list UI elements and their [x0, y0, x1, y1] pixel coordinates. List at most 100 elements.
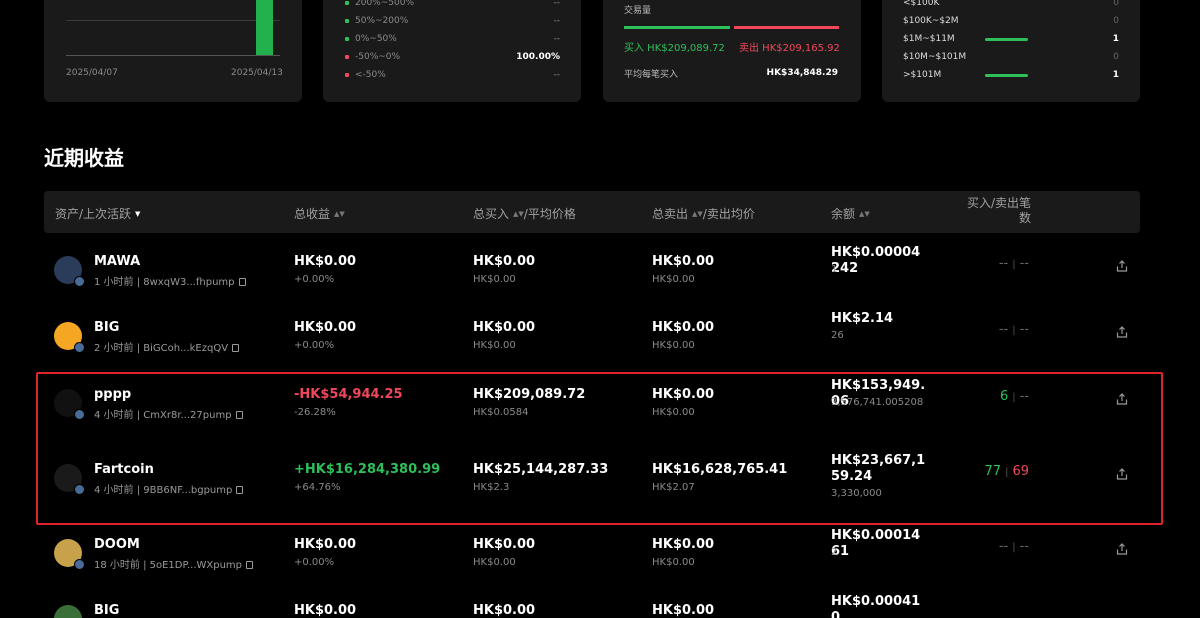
sell-avg-price: HK$0.00 [652, 557, 695, 568]
buy-count: -- [998, 256, 1009, 271]
sell-avg-price: HK$0.00 [652, 340, 695, 351]
token-name[interactable]: BIG [94, 320, 119, 335]
sort-icon: ▲▼ [513, 209, 524, 218]
market-cap-row: $100K~$2M 0 [903, 14, 1119, 28]
header-trades-label: 买入/卖出笔数 [966, 196, 1031, 225]
total-pnl-percent: +0.00% [294, 274, 335, 285]
buy-count: -- [998, 539, 1009, 554]
buy-avg-price: HK$0.0584 [473, 407, 529, 418]
copy-icon[interactable] [236, 486, 244, 494]
distribution-row: -50%~0% 100.00% [345, 50, 560, 64]
buy-avg-price: HK$0.00 [473, 274, 516, 285]
total-buy: HK$0.00 [473, 254, 536, 269]
market-cap-count: 1 [1112, 34, 1119, 44]
share-icon[interactable] [1116, 540, 1128, 555]
sort-icon: ▲▼ [692, 209, 703, 218]
total-sell: HK$0.00 [652, 320, 715, 335]
token-last-active: 1 小时前 | 8wxqW3...fhpump [94, 273, 246, 288]
chart-date-end: 2025/04/13 [231, 68, 283, 78]
total-sell: HK$0.00 [652, 537, 715, 552]
total-buy: HK$0.00 [473, 320, 536, 335]
total-sell: HK$0.00 [652, 603, 715, 618]
balance-quantity: 3,330,000 [831, 488, 882, 499]
market-cap-row: <$100K 0 [903, 0, 1119, 10]
token-name[interactable]: Fartcoin [94, 462, 154, 477]
buy-avg-price: HK$2.3 [473, 482, 510, 493]
buy-sell-counts: -- | -- [964, 322, 1029, 337]
buy-count: -- [998, 322, 1009, 337]
total-pnl: HK$0.00 [294, 320, 357, 335]
table-row[interactable] [44, 208, 1140, 209]
table-row[interactable] [44, 66, 1140, 67]
share-icon[interactable] [1116, 257, 1128, 272]
market-cap-bar [985, 37, 1028, 41]
table-row[interactable] [44, 133, 1140, 134]
total-pnl-percent: +64.76% [294, 482, 341, 493]
balance-quantity: 1 [831, 264, 838, 275]
distribution-value: -- [553, 0, 561, 8]
sell-count: -- [1019, 256, 1029, 271]
total-pnl: HK$0.00 [294, 537, 357, 552]
chart-gridline [66, 20, 280, 21]
buy-sell-counts: -- | -- [964, 256, 1029, 271]
sell-count: -- [1019, 389, 1029, 404]
avg-buy-label: 平均每笔买入 [624, 70, 679, 80]
sell-avg-price: HK$2.07 [652, 482, 695, 493]
sell-count: 69 [1012, 464, 1029, 479]
distribution-value: -- [553, 16, 561, 26]
total-sell: HK$16,628,765.41 [652, 462, 788, 477]
balance-quantity: 2 [831, 547, 838, 558]
buy-sell-counts: -- | -- [964, 539, 1029, 554]
sort-desc-icon: ▼ [135, 209, 141, 218]
buy-avg-price: HK$0.00 [473, 340, 516, 351]
distribution-dot-icon [345, 73, 349, 77]
sell-avg-price: HK$0.00 [652, 407, 695, 418]
distribution-label: 200%~500% [355, 0, 415, 8]
buy-count: 6 [999, 389, 1009, 404]
chain-badge-icon [74, 484, 85, 495]
total-pnl: HK$0.00 [294, 603, 357, 618]
distribution-dot-icon [345, 1, 349, 5]
share-icon[interactable] [1116, 390, 1128, 405]
balance-quantity: 3,576,741.005208 [831, 397, 924, 408]
token-name[interactable]: MAWA [94, 254, 140, 269]
distribution-dot-icon [345, 37, 349, 41]
distribution-value: -- [553, 70, 561, 80]
token-address: 2 小时前 | BiGCoh...kEzqQV [94, 343, 229, 354]
market-cap-count: 1 [1112, 70, 1119, 80]
total-pnl: HK$0.00 [294, 254, 357, 269]
token-avatar [54, 605, 82, 618]
trade-volume-label: 交易量 [624, 6, 652, 16]
total-buy: HK$0.00 [473, 603, 536, 618]
distribution-label: -50%~0% [355, 52, 401, 62]
copy-icon[interactable] [235, 411, 243, 419]
token-address: 4 小时前 | CmXr8r...27pump [94, 410, 232, 421]
distribution-row: <-50% -- [345, 68, 560, 82]
sell-count: -- [1019, 539, 1029, 554]
table-row[interactable] [44, 0, 1140, 1]
total-sell: HK$0.00 [652, 254, 715, 269]
market-cap-label: $1M~$11M [903, 34, 955, 44]
token-name[interactable]: BIG [94, 603, 119, 618]
copy-icon[interactable] [246, 561, 254, 569]
total-pnl-percent: +0.00% [294, 557, 335, 568]
total-pnl-percent: +0.00% [294, 340, 335, 351]
total-buy: HK$25,144,287.33 [473, 462, 609, 477]
avg-buy-value: HK$34,848.29 [766, 68, 838, 78]
copy-icon[interactable] [238, 278, 246, 286]
table-header: 资产/上次活跃 ▼ 总收益 ▲▼ 总买入 ▲▼ /平均价格 总卖出 ▲▼ /卖出… [44, 191, 1140, 233]
token-name[interactable]: DOOM [94, 537, 140, 552]
market-cap-bar [985, 73, 1028, 77]
share-icon[interactable] [1116, 323, 1128, 338]
share-icon[interactable] [1116, 465, 1128, 480]
copy-icon[interactable] [232, 344, 240, 352]
total-pnl-percent: -26.28% [294, 407, 336, 418]
chart-date-start: 2025/04/07 [66, 68, 118, 78]
total-pnl: +HK$16,284,380.99 [294, 462, 441, 477]
market-cap-label: >$101M [903, 70, 942, 80]
header-trades[interactable]: 买入/卖出笔数 [959, 196, 1031, 226]
total-pnl: -HK$54,944.25 [294, 387, 403, 402]
token-name[interactable]: pppp [94, 387, 131, 402]
count-separator: | [1012, 259, 1016, 270]
market-cap-row: >$101M 1 [903, 68, 1119, 82]
